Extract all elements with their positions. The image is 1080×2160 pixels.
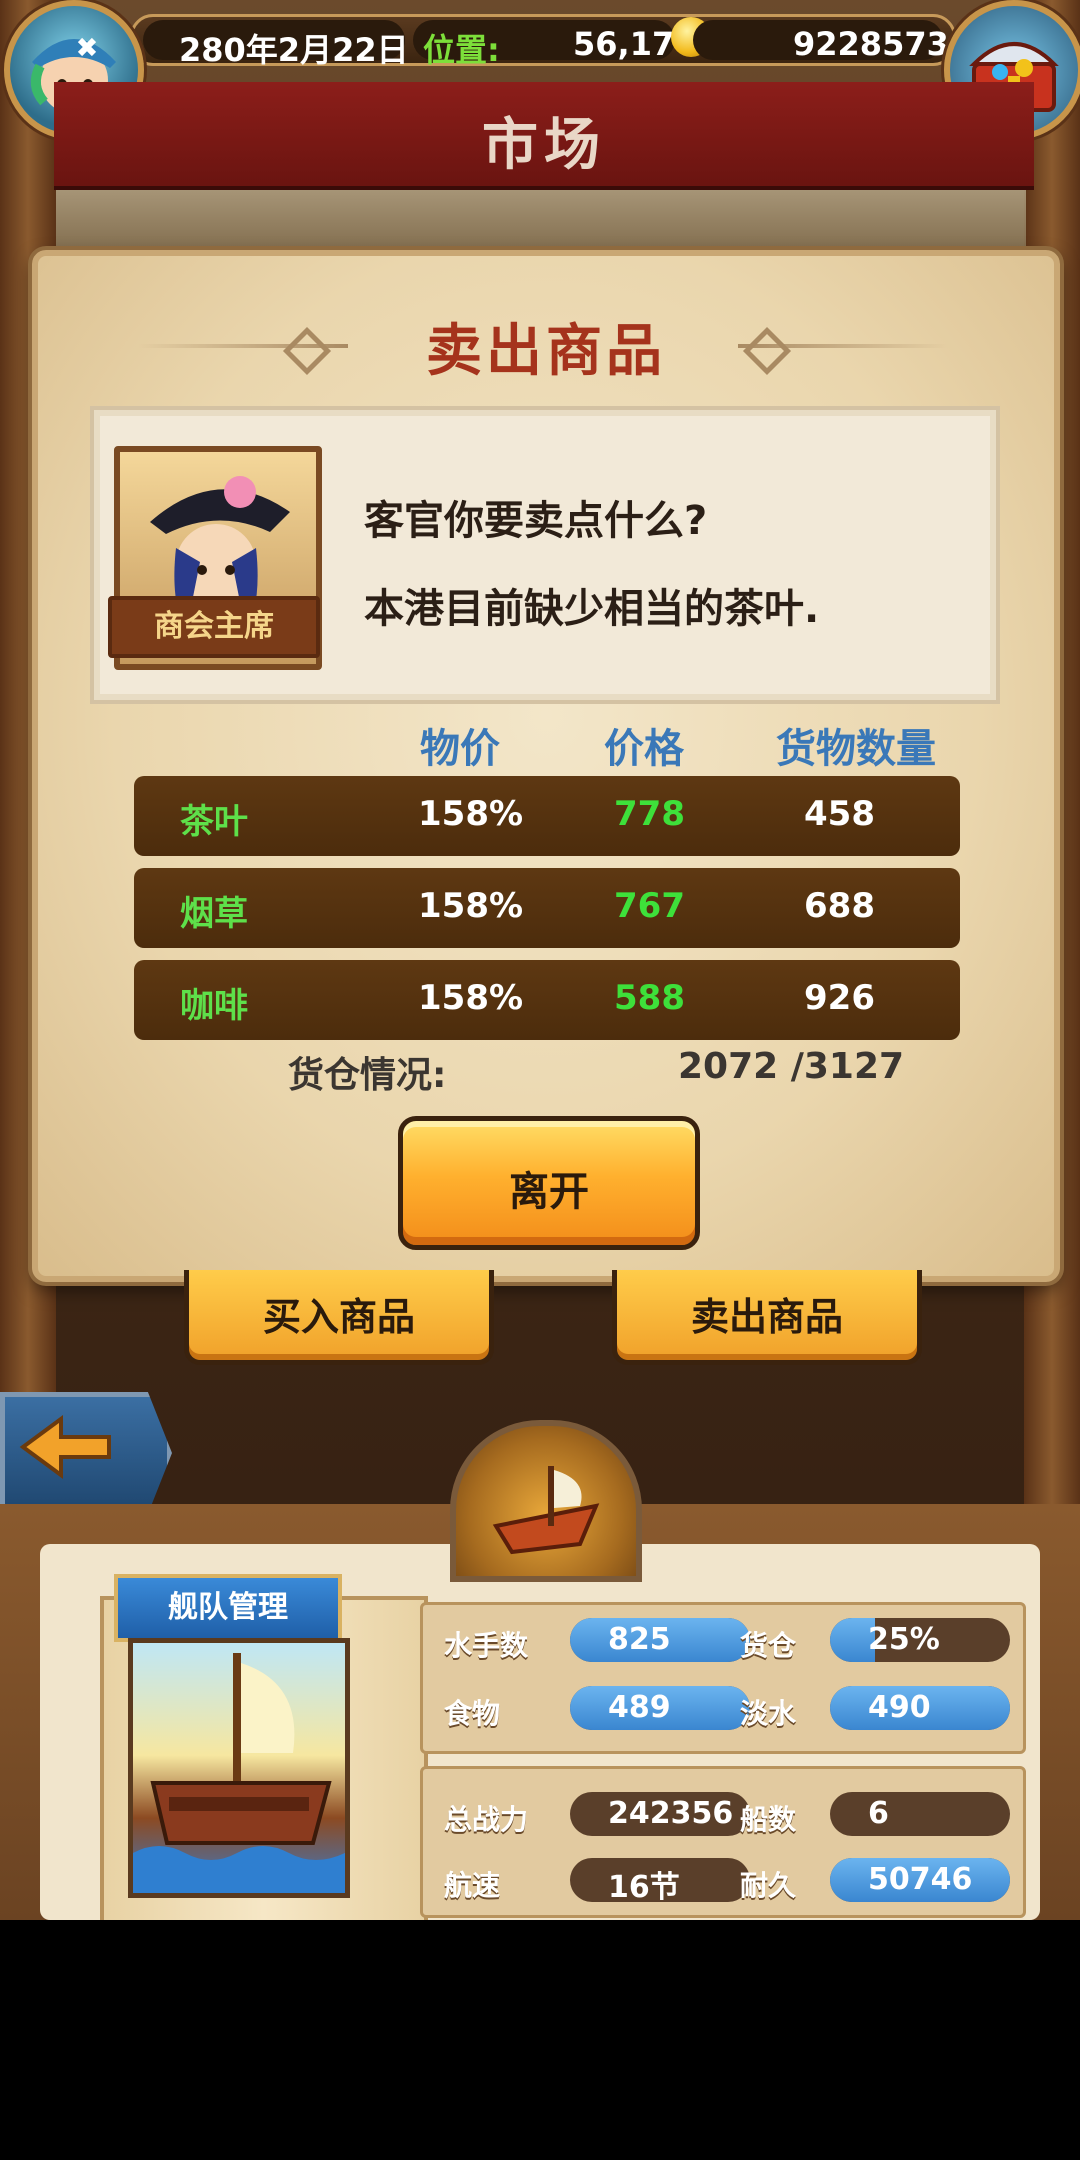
stat-bar-cargo: 25%	[830, 1618, 1010, 1662]
goods-quantity: 458	[804, 794, 875, 834]
stat-value-food: 489	[608, 1690, 671, 1725]
stat-label-power: 总战力	[444, 1803, 529, 1836]
ship-cross-section-image[interactable]	[128, 1638, 350, 1898]
goods-price: 767	[614, 886, 685, 926]
column-header-quantity: 货物数量	[776, 726, 936, 772]
goods-rate: 158%	[418, 886, 524, 926]
stat-label-durability: 耐久	[740, 1869, 797, 1902]
stat-value-durability: 50746	[868, 1862, 973, 1897]
gold-amount: 9228573	[793, 25, 949, 63]
ship-icon	[133, 1653, 345, 1893]
goods-price: 588	[614, 978, 685, 1018]
cargo-hold-value: 2072 /3127	[678, 1046, 905, 1087]
buy-goods-label: 买入商品	[262, 1295, 415, 1339]
boat-icon	[492, 1466, 600, 1555]
stat-value-sailors: 825	[608, 1622, 671, 1657]
goods-rate: 158%	[418, 794, 524, 834]
back-arrow-icon	[19, 1415, 111, 1479]
stat-bar-durability: 50746	[830, 1858, 1010, 1902]
market-scene-strip	[56, 190, 1026, 250]
stat-bar-water: 490	[830, 1686, 1010, 1730]
stat-bar-ships: 6	[830, 1792, 1010, 1836]
stat-value-power: 242356	[608, 1796, 734, 1831]
back-button[interactable]	[0, 1392, 172, 1514]
goods-quantity: 926	[804, 978, 875, 1018]
position-value: 56,17	[573, 25, 675, 63]
stat-label-cargo: 货仓	[740, 1629, 797, 1662]
fleet-management-tag[interactable]: 舰队管理	[114, 1574, 342, 1642]
stat-value-water: 490	[868, 1690, 931, 1725]
goods-name: 咖啡	[180, 986, 248, 1026]
sell-goods-label: 卖出商品	[690, 1295, 843, 1339]
column-header-price: 价格	[604, 726, 684, 772]
goods-price: 778	[614, 794, 685, 834]
leave-button-label: 离开	[509, 1169, 589, 1215]
goods-row-tobacco[interactable]: 烟草 158% 767 688	[134, 868, 960, 948]
market-title: 市场	[482, 113, 606, 178]
stat-label-ships: 船数	[740, 1803, 797, 1836]
stat-value-cargo: 25%	[868, 1622, 940, 1657]
game-screen: 280年2月22日 位置: 56,17 9228573 市场 卖出商品 商会主席…	[0, 0, 1080, 1920]
goods-name: 茶叶	[180, 802, 248, 842]
npc-line-2: 本港目前缺少相当的茶叶.	[364, 586, 820, 632]
sell-goods-button[interactable]: 卖出商品	[612, 1270, 922, 1365]
stat-bar-speed: 16节	[570, 1858, 750, 1902]
npc-caption: 商会主席	[108, 596, 320, 658]
cargo-hold-label: 货仓情况:	[288, 1055, 447, 1096]
goods-quantity: 688	[804, 886, 875, 926]
stat-bar-power: 242356	[570, 1792, 750, 1836]
sell-goods-dialog: 卖出商品 商会主席 客官你要卖点什么? 本港目前缺少相当的茶叶. 物价 价格 货…	[32, 250, 1060, 1282]
goods-rate: 158%	[418, 978, 524, 1018]
stat-bar-food: 489	[570, 1686, 750, 1730]
goods-name: 烟草	[180, 894, 248, 934]
column-header-rate: 物价	[420, 726, 500, 772]
stat-label-sailors: 水手数	[444, 1629, 529, 1662]
buy-goods-button[interactable]: 买入商品	[184, 1270, 494, 1365]
stat-label-water: 淡水	[740, 1697, 797, 1730]
stat-value-ships: 6	[868, 1796, 889, 1831]
top-status-bar: 280年2月22日 位置: 56,17 9228573	[130, 14, 956, 69]
game-date: 280年2月22日	[179, 31, 409, 69]
goods-row-tea[interactable]: 茶叶 158% 778 458	[134, 776, 960, 856]
fleet-panel-inner: 舰队管理 水手数 825 货仓 25% 食物 489 淡水 490 总战力 24…	[40, 1544, 1040, 1920]
ship-medallion-button[interactable]	[450, 1420, 642, 1582]
stat-label-food: 食物	[444, 1697, 501, 1730]
leave-button[interactable]: 离开	[398, 1116, 700, 1250]
market-banner: 市场	[54, 82, 1034, 190]
stat-value-speed: 16节	[608, 1870, 680, 1902]
stat-bar-sailors: 825	[570, 1618, 750, 1662]
goods-row-coffee[interactable]: 咖啡 158% 588 926	[134, 960, 960, 1040]
dialog-title: 卖出商品	[426, 319, 666, 384]
position-label: 位置:	[423, 31, 500, 69]
npc-line-1: 客官你要卖点什么?	[364, 498, 708, 544]
stat-label-speed: 航速	[444, 1869, 501, 1902]
npc-talk-panel: 商会主席 客官你要卖点什么? 本港目前缺少相当的茶叶.	[90, 406, 1000, 704]
